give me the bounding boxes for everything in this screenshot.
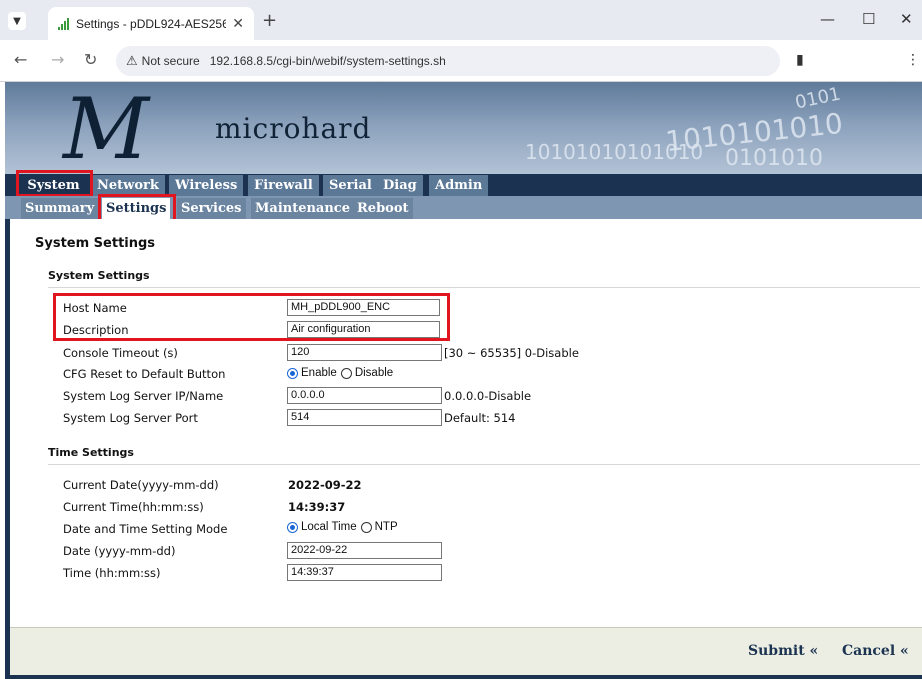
description-field[interactable]: Air configuration [287,321,440,338]
reload-icon[interactable]: ↻ [84,50,97,69]
local-time-radio[interactable] [287,521,298,533]
cfg-reset-enable-radio[interactable] [287,367,298,379]
current-time-value: 14:39:37 [288,500,346,514]
url-field[interactable]: ⚠ Not secure 192.168.8.5/cgi-bin/webif/s… [116,46,780,76]
router-page: M microhard 10101010101010 0101 10101010… [5,82,922,679]
submenu-maintenance[interactable]: Maintenance [251,198,354,219]
browser-tabstrip: ▼ Settings - pDDL924-AES256 Ad ✕ + — ☐ ✕ [0,0,922,40]
host-name-field[interactable]: MH_pDDL900_ENC [287,299,440,316]
log-port-label: System Log Server Port [63,411,198,425]
submenu-settings[interactable]: Settings [102,198,171,219]
sidebar-icon[interactable]: ▮ [796,52,804,68]
sub-menu: Summary Settings Services Maintenance Re… [5,196,922,219]
settings-panel: System Settings System Settings Host Nam… [10,219,922,627]
host-name-label: Host Name [63,301,127,315]
console-timeout-label: Console Timeout (s) [63,346,178,360]
current-date-value: 2022-09-22 [288,478,362,492]
log-port-hint: Default: 514 [444,411,516,425]
address-bar-row: ← → ↻ ⚠ Not secure 192.168.8.5/cgi-bin/w… [0,40,922,82]
submenu-reboot[interactable]: Reboot [353,198,413,219]
more-icon[interactable]: ⋮ [906,52,920,68]
security-chip[interactable]: ⚠ Not secure [126,53,200,69]
time-mode-radio-group: Local Time NTP [287,521,398,533]
main-menu: System Network Wireless Firewall Serial … [5,174,922,196]
binary-graphic: 0101010 [725,146,823,171]
close-icon[interactable]: ✕ [232,15,244,32]
cfg-reset-radio-group: Enable Disable [287,367,393,379]
brand-logo: microhard [215,112,372,145]
signal-bars-icon [58,17,70,30]
submit-button[interactable]: Submit « [748,643,818,659]
log-port-field[interactable]: 514 [287,409,442,426]
url-text: 192.168.8.5/cgi-bin/webif/system-setting… [209,54,446,68]
cfg-reset-disable-label: Disable [354,367,394,379]
date-label: Date (yyyy-mm-dd) [63,544,176,558]
description-label: Description [63,323,129,337]
console-timeout-hint: [30 ~ 65535] 0-Disable [444,346,579,360]
current-time-label: Current Time(hh:mm:ss) [63,500,204,514]
date-field[interactable]: 2022-09-22 [287,542,442,559]
tab-title: Settings - pDDL924-AES256 Ad [76,16,227,31]
log-server-label: System Log Server IP/Name [63,389,224,403]
tab-list-icon[interactable]: ▼ [8,12,26,30]
ntp-label: NTP [374,521,398,533]
cancel-button[interactable]: Cancel « [842,643,909,659]
page-title: System Settings [35,236,156,251]
log-server-hint: 0.0.0.0-Disable [444,389,532,403]
time-field[interactable]: 14:39:37 [287,564,442,581]
brand-logo-mark: M [63,82,150,174]
form-footer: Submit « Cancel « [10,627,922,675]
menu-wireless[interactable]: Wireless [169,175,245,196]
time-label: Time (hh:mm:ss) [63,566,161,580]
log-server-field[interactable]: 0.0.0.0 [287,387,442,404]
browser-tab[interactable]: Settings - pDDL924-AES256 Ad ✕ [48,7,254,40]
section-heading-system: System Settings [48,269,150,282]
cfg-reset-disable-radio[interactable] [340,367,352,379]
ntp-radio[interactable] [360,521,372,533]
minimize-icon[interactable]: — [820,10,835,28]
submenu-services[interactable]: Services [177,198,246,219]
forward-icon[interactable]: → [51,50,64,69]
warning-icon: ⚠ [126,53,138,68]
back-icon[interactable]: ← [14,50,27,69]
divider [48,464,920,465]
menu-system[interactable]: System [19,175,89,196]
menu-diag[interactable]: Diag [377,175,424,196]
console-timeout-field[interactable]: 120 [287,344,442,361]
new-tab-icon[interactable]: + [262,10,277,31]
maximize-icon[interactable]: ☐ [862,10,875,28]
mode-label: Date and Time Setting Mode [63,522,228,536]
menu-admin[interactable]: Admin [429,175,490,196]
local-time-label: Local Time [301,521,357,533]
security-label: Not secure [141,54,200,68]
divider [48,287,920,288]
section-heading-time: Time Settings [48,446,134,459]
window-close-icon[interactable]: ✕ [900,10,913,28]
cfg-reset-label: CFG Reset to Default Button [63,367,226,381]
banner: M microhard 10101010101010 0101 10101010… [5,82,922,174]
cfg-reset-enable-label: Enable [301,367,337,379]
submenu-summary[interactable]: Summary [21,198,99,219]
menu-network[interactable]: Network [91,175,166,196]
current-date-label: Current Date(yyyy-mm-dd) [63,478,219,492]
menu-firewall[interactable]: Firewall [248,175,320,196]
menu-serial[interactable]: Serial [323,175,379,196]
